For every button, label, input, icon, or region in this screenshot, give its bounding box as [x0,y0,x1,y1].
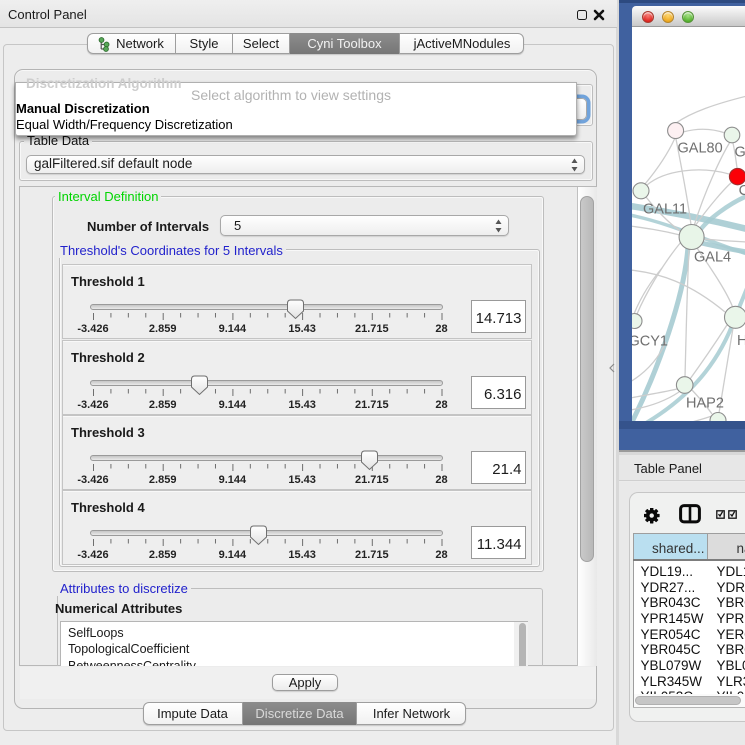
svg-text:HAP2: HAP2 [686,396,724,412]
svg-text:HI: HI [737,333,745,349]
svg-text:GAL4: GAL4 [694,250,731,266]
svg-text:CY: CY [739,183,745,199]
svg-text:GAL11: GAL11 [643,202,687,218]
svg-text:GCY1: GCY1 [632,334,668,350]
svg-text:GAL80: GAL80 [678,141,723,157]
svg-text:GAL7: GAL7 [735,145,745,161]
